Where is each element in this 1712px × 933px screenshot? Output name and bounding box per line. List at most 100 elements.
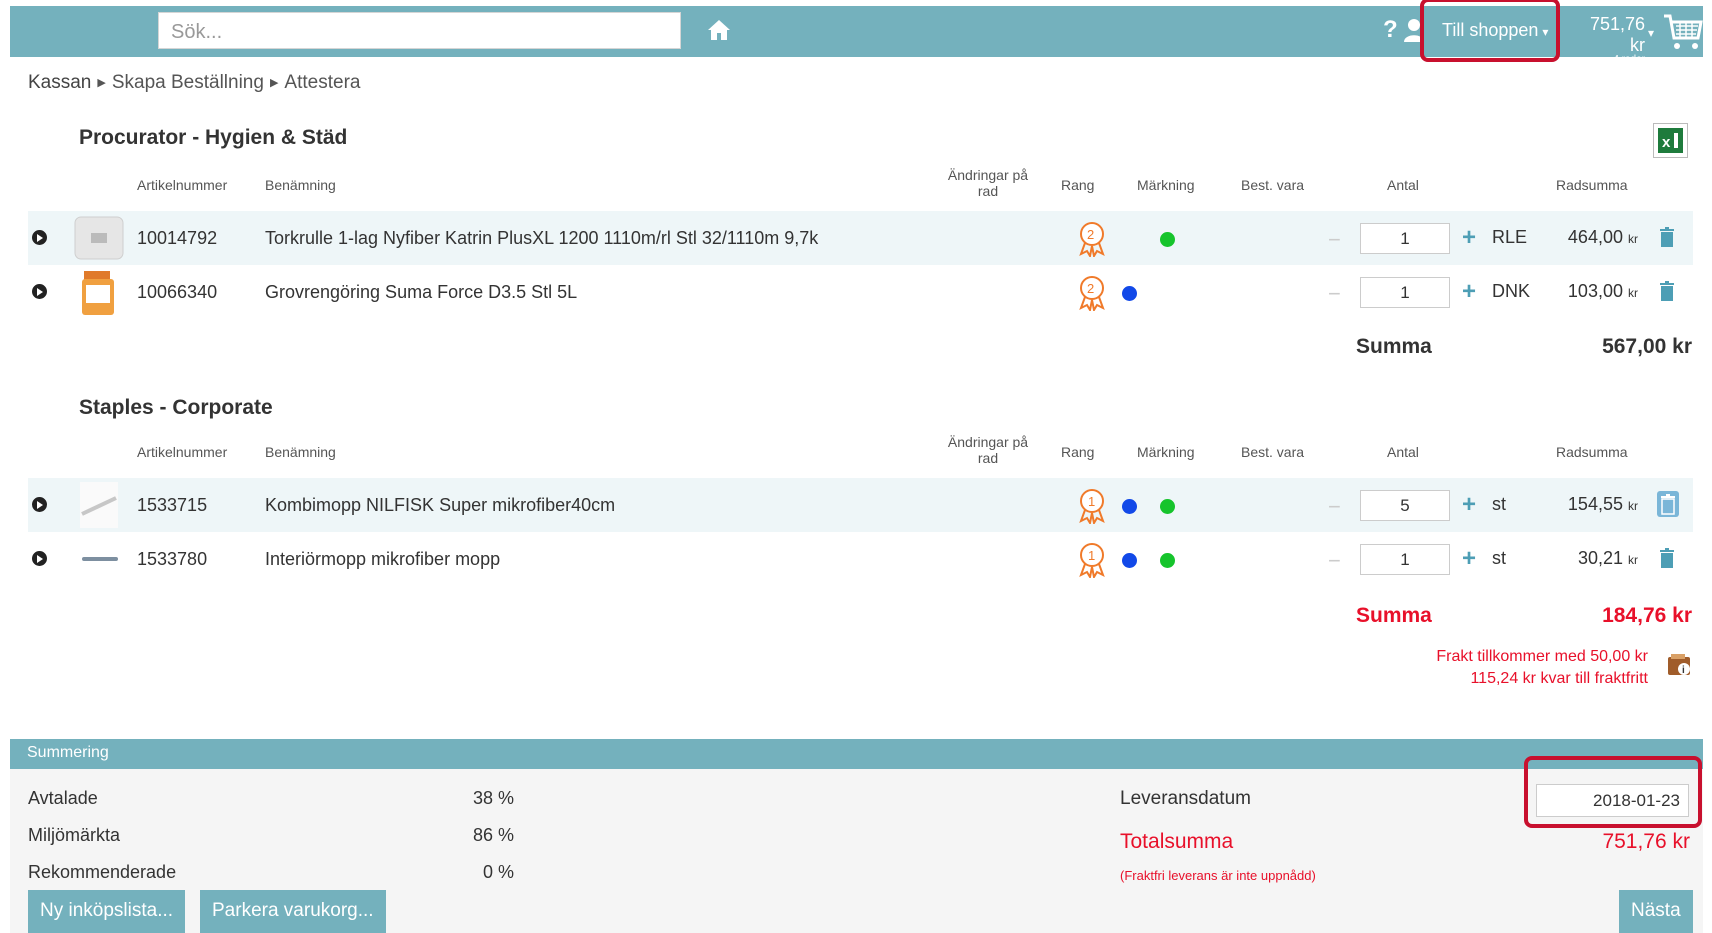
artnr: 10014792 (137, 227, 218, 248)
decrease-button[interactable]: − (1328, 548, 1341, 574)
total-label: Totalsumma (1120, 830, 1234, 853)
eco-marking-dot (1160, 232, 1175, 247)
group-summa-label: Summa (1356, 335, 1432, 358)
unit: RLE (1492, 227, 1528, 247)
col-best: Best. vara (1241, 444, 1305, 460)
quantity-input[interactable]: 1 (1360, 223, 1450, 254)
col-changes: Ändringar på rad (947, 167, 1029, 199)
increase-button[interactable]: + (1462, 545, 1476, 573)
product-image (82, 557, 118, 561)
breadcrumb-item[interactable]: Kassan (28, 72, 91, 93)
increase-button[interactable]: + (1462, 278, 1476, 306)
expand-icon[interactable] (32, 230, 47, 245)
shipping-notice-line: 115,24 kr kvar till fraktfritt (1470, 670, 1648, 687)
search-input[interactable]: Sök... (158, 12, 681, 49)
col-sum: Radsumma (1556, 444, 1628, 460)
col-rang: Rang (1061, 177, 1095, 193)
stat-label: Miljömärkta (28, 825, 121, 845)
highlight-box (1524, 756, 1702, 828)
rank-number: 2 (1087, 281, 1094, 296)
product-image (74, 216, 124, 260)
table-row[interactable]: 10014792 Torkrulle 1-lag Nyfiber Katrin … (28, 211, 1693, 265)
col-marking: Märkning (1137, 177, 1195, 193)
unit: st (1492, 494, 1507, 514)
summary-header: Summering (10, 739, 1703, 769)
product-name[interactable]: Torkrulle 1-lag Nyfiber Katrin PlusXL 12… (265, 211, 818, 265)
currency: kr (1628, 499, 1638, 513)
product-name[interactable]: Interiörmopp mikrofiber mopp (265, 532, 500, 586)
eco-marking-dot (1122, 286, 1137, 301)
row-sum: 103,00 kr (1568, 281, 1638, 302)
breadcrumb-item[interactable]: Skapa Beställning (112, 72, 264, 93)
cart-rows: 4 rader (1613, 54, 1645, 65)
row-sum: 154,55 kr (1568, 494, 1638, 515)
col-qty: Antal (1387, 444, 1419, 460)
decrease-button[interactable]: − (1328, 494, 1341, 520)
trash-icon[interactable] (1659, 227, 1675, 247)
chevron-down-icon[interactable]: ▾ (1648, 26, 1654, 40)
col-sum: Radsumma (1556, 177, 1628, 193)
decrease-button[interactable]: − (1328, 227, 1341, 253)
rank-badge-icon: 1 (1079, 489, 1105, 524)
trash-icon[interactable] (1659, 281, 1675, 301)
expand-icon[interactable] (32, 551, 47, 566)
col-name: Benämning (265, 444, 336, 460)
highlight-box (1420, 0, 1560, 62)
total-value: 751,76 kr (1602, 830, 1690, 853)
caret-right-icon: ▶ (269, 77, 279, 89)
product-image (82, 271, 114, 315)
help-icon[interactable]: ? (1383, 16, 1398, 44)
col-artnr: Artikelnummer (137, 177, 228, 193)
group-summa: 184,76 kr (1602, 604, 1692, 627)
excel-icon[interactable]: x (1653, 123, 1688, 158)
rank-number: 2 (1087, 227, 1094, 242)
quantity-input[interactable]: 5 (1360, 490, 1450, 521)
col-marking: Märkning (1137, 444, 1195, 460)
table-row[interactable]: 1533715 Kombimopp NILFISK Super mikrofib… (28, 478, 1693, 532)
rank-badge-icon: 1 (1079, 543, 1105, 578)
new-list-button[interactable]: Ny inköpslista... (28, 890, 186, 933)
stat-value: 0 % (482, 862, 514, 882)
row-sum-value: 464,00 (1567, 227, 1623, 247)
cart-icon[interactable] (1662, 12, 1704, 52)
quantity-input[interactable]: 1 (1360, 544, 1450, 575)
decrease-button[interactable]: − (1328, 281, 1341, 307)
table-row[interactable]: 10066340 Grovrengöring Suma Force D3.5 S… (28, 265, 1693, 319)
unit: st (1492, 548, 1507, 568)
svg-text:i: i (1682, 665, 1685, 676)
rank-badge-icon: 2 (1079, 276, 1105, 311)
eco-marking-dot (1160, 553, 1175, 568)
col-changes: Ändringar på rad (947, 434, 1029, 466)
trash-icon[interactable] (1659, 548, 1675, 568)
home-icon[interactable] (707, 19, 731, 41)
artnr: 10066340 (137, 281, 218, 302)
cart-total[interactable]: 751,76 kr 4 rader (1573, 14, 1645, 65)
breadcrumb-item: Attestera (284, 72, 361, 93)
currency: kr (1628, 553, 1638, 567)
expand-icon[interactable] (32, 284, 47, 299)
rank-number: 1 (1088, 548, 1095, 563)
trash-icon[interactable] (1657, 491, 1679, 517)
increase-button[interactable]: + (1462, 224, 1476, 252)
unit: DNK (1492, 281, 1531, 301)
table-row[interactable]: 1533780 Interiörmopp mikrofiber mopp 1 −… (28, 532, 1693, 586)
increase-button[interactable]: + (1462, 491, 1476, 519)
next-button[interactable]: Nästa (1619, 890, 1693, 933)
row-sum-value: 30,21 (1577, 548, 1623, 568)
quantity-input[interactable]: 1 (1360, 277, 1450, 308)
supplier-title: Staples - Corporate (79, 396, 273, 419)
expand-icon[interactable] (32, 497, 47, 512)
product-name[interactable]: Kombimopp NILFISK Super mikrofiber40cm (265, 478, 615, 532)
product-image (80, 482, 118, 528)
product-name[interactable]: Grovrengöring Suma Force D3.5 Stl 5L (265, 265, 577, 319)
stat-label: Avtalade (28, 788, 98, 808)
park-cart-button[interactable]: Parkera varukorg... (200, 890, 386, 933)
shipping-info-icon[interactable]: i (1667, 653, 1693, 677)
rank-badge-icon: 2 (1079, 222, 1105, 257)
group-summa-label: Summa (1356, 604, 1432, 627)
row-sum: 30,21 kr (1578, 548, 1638, 569)
svg-text:x: x (1662, 134, 1671, 151)
breadcrumb: Kassan ▶ Skapa Beställning ▶ Attestera (28, 72, 360, 94)
total-note: (Fraktfri leverans är inte uppnådd) (1120, 868, 1316, 883)
supplier-title: Procurator - Hygien & Städ (79, 126, 348, 149)
